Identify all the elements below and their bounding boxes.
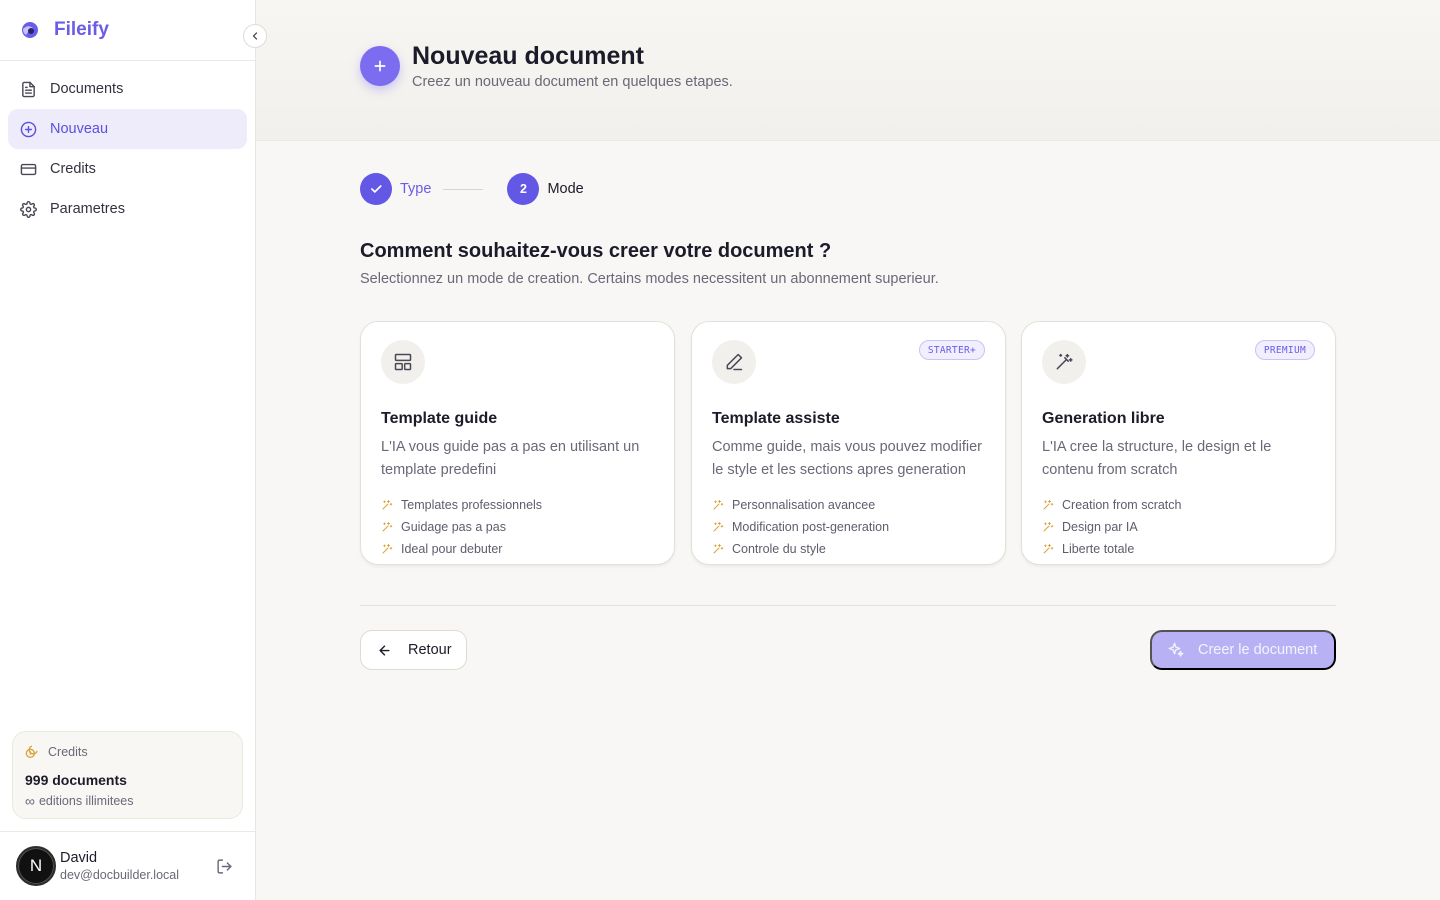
credits-head: Credits [25, 744, 230, 760]
back-button-label: Retour [408, 642, 452, 658]
credits-sub-text: editions illimitees [38, 794, 134, 808]
mode-card-desc: L'IA vous guide pas a pas en utilisant u… [381, 439, 640, 478]
feature-item: Modification post-generation [712, 516, 985, 538]
feature-list: Creation from scratch Design par IA Libe… [1042, 494, 1315, 560]
gear-icon [20, 200, 37, 218]
feature-item: Design par IA [1042, 516, 1315, 538]
plus-circle-icon [20, 121, 37, 137]
sidebar-item-documents[interactable]: Documents [8, 69, 247, 109]
feature-label: Modification post-generation [732, 520, 890, 534]
page-title: Nouveau document [412, 42, 644, 70]
stepper: Type 2 Mode [360, 173, 584, 205]
step-type-indicator[interactable] [360, 173, 392, 205]
sidebar-item-label: Nouveau [50, 121, 109, 137]
sparkles-icon [382, 544, 393, 554]
feature-item: Ideal pour debuter [381, 538, 654, 560]
chevron-left-icon [252, 32, 258, 40]
feature-label: Creation from scratch [1062, 498, 1182, 512]
plan-badge: PREMIUM [1254, 340, 1315, 360]
feature-list: Templates professionnels Guidage pas a p… [381, 494, 654, 560]
create-button-label: Creer le document [1198, 642, 1318, 658]
sidebar: Fileify Documents Nouveau Credits Parame… [0, 0, 256, 900]
feature-item: Liberte totale [1042, 538, 1315, 560]
brand[interactable]: Fileify [0, 0, 255, 61]
user-name: David [60, 850, 98, 866]
feature-item: Personnalisation avancee [712, 494, 985, 516]
mode-card-template-assiste[interactable]: STARTER+ Template assiste Comme guide, m… [691, 321, 1006, 565]
mode-card-desc: Comme guide, mais vous pouvez modifier l… [712, 439, 982, 478]
sparkles-icon [1043, 500, 1054, 510]
feature-label: Design par IA [1062, 520, 1138, 534]
magic-wand-icon [1042, 340, 1086, 384]
coins-icon [25, 745, 38, 758]
feature-list: Personnalisation avancee Modification po… [712, 494, 985, 560]
sidebar-item-label: Credits [50, 161, 96, 177]
logout-icon[interactable] [216, 858, 233, 875]
sidebar-nav: Documents Nouveau Credits Parametres [0, 61, 255, 229]
arrow-left-icon [379, 644, 390, 656]
credits-card: Credits 999 documents ∞ editions illimit… [12, 731, 243, 819]
mode-card-desc: L'IA cree la structure, le design et le … [1042, 439, 1272, 478]
pencil-icon [712, 340, 756, 384]
step-type-label[interactable]: Type [400, 181, 431, 197]
feature-label: Liberte totale [1062, 542, 1135, 556]
sidebar-item-nouveau[interactable]: Nouveau [8, 109, 247, 149]
feature-item: Templates professionnels [381, 494, 654, 516]
app-name: Fileify [54, 19, 109, 40]
feature-item: Creation from scratch [1042, 494, 1315, 516]
step-mode-label: Mode [547, 181, 584, 197]
question-subtitle: Selectionnez un mode de creation. Certai… [360, 271, 939, 287]
sidebar-item-label: Documents [50, 81, 124, 97]
mode-card-generation-libre[interactable]: PREMIUM Generation libre L'IA cree la st… [1021, 321, 1336, 565]
sparkles-icon [382, 500, 393, 510]
user-email: dev@docbuilder.local [60, 868, 180, 882]
feature-item: Controle du style [712, 538, 985, 560]
question-title: Comment souhaitez-vous creer votre docum… [360, 240, 832, 262]
check-icon [371, 185, 382, 193]
create-document-button[interactable]: Creer le document [1150, 630, 1336, 670]
sidebar-item-credits[interactable]: Credits [8, 149, 247, 189]
mode-card-template-guide[interactable]: Template guide L'IA vous guide pas a pas… [360, 321, 675, 565]
logo-icon [22, 22, 38, 38]
user-bar: N David dev@docbuilder.local [0, 831, 255, 900]
sidebar-item-parametres[interactable]: Parametres [8, 189, 247, 229]
sparkles-icon [713, 544, 724, 554]
credits-label: Credits [48, 745, 88, 759]
mode-card-title: Template guide [381, 410, 498, 427]
mode-card-title: Generation libre [1042, 410, 1165, 427]
user-info: David dev@docbuilder.local [60, 850, 179, 882]
sidebar-item-label: Parametres [50, 201, 125, 217]
plan-badge: STARTER+ [918, 340, 985, 360]
credits-count: 999 documents [25, 772, 127, 788]
layout-icon [381, 340, 425, 384]
credit-card-icon [20, 163, 37, 175]
credits-sub: ∞ editions illimitees [25, 793, 230, 809]
page-subtitle: Creez un nouveau document en quelques et… [412, 74, 733, 90]
feature-label: Guidage pas a pas [401, 520, 506, 534]
avatar[interactable]: N [16, 846, 56, 886]
feature-label: Personnalisation avancee [732, 498, 876, 512]
feature-label: Controle du style [732, 542, 826, 556]
sparkles-icon [1168, 642, 1184, 657]
infinity-icon: ∞ [25, 793, 35, 809]
feature-item: Guidage pas a pas [381, 516, 654, 538]
feature-label: Ideal pour debuter [401, 542, 503, 556]
page-header: Nouveau document Creez un nouveau docume… [256, 0, 1440, 141]
document-icon [22, 81, 35, 97]
sparkles-icon [382, 522, 393, 532]
feature-label: Templates professionnels [401, 498, 543, 512]
sparkles-icon [713, 522, 724, 532]
divider [360, 605, 1336, 606]
step-mode-indicator: 2 [507, 173, 540, 205]
sparkles-icon [713, 500, 724, 510]
new-document-icon [360, 46, 400, 86]
step-connector [443, 188, 484, 190]
sparkles-icon [1043, 544, 1054, 554]
sparkles-icon [1043, 522, 1054, 532]
mode-card-title: Template assiste [712, 410, 840, 427]
back-button[interactable]: Retour [360, 630, 467, 670]
collapse-sidebar-button[interactable] [243, 24, 267, 48]
